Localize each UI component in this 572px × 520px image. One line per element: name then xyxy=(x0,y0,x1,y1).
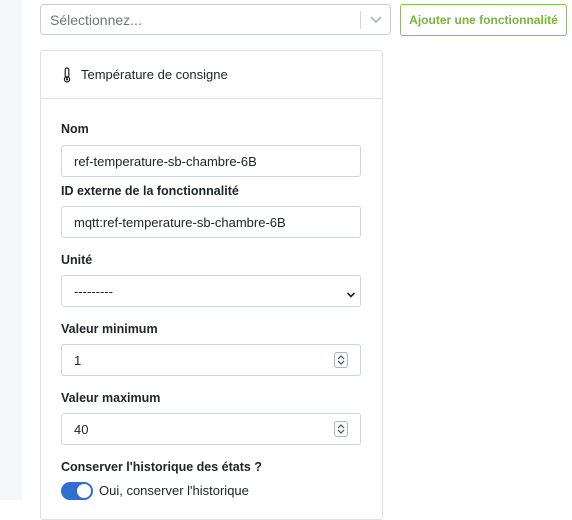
external-id-input[interactable]: mqtt:ref-temperature-sb-chambre-6B xyxy=(61,206,361,238)
external-id-label: ID externe de la fonctionnalité xyxy=(61,184,239,198)
feature-select[interactable]: Sélectionnez... xyxy=(40,4,391,35)
thermometer-icon xyxy=(62,67,72,83)
max-value-value: 40 xyxy=(74,422,89,437)
feature-card-header: Température de consigne xyxy=(41,51,382,99)
add-feature-button[interactable]: Ajouter une fonctionnalité xyxy=(400,4,567,36)
name-input[interactable]: ref-temperature-sb-chambre-6B xyxy=(61,145,361,177)
min-value-label: Valeur minimum xyxy=(61,322,158,336)
min-value-stepper[interactable] xyxy=(334,352,348,368)
chevron-down-icon[interactable] xyxy=(368,13,384,27)
external-id-value: mqtt:ref-temperature-sb-chambre-6B xyxy=(74,215,286,230)
select-separator xyxy=(360,11,361,29)
max-value-stepper[interactable] xyxy=(334,421,348,437)
unit-value: --------- xyxy=(74,284,113,299)
name-label: Nom xyxy=(61,122,89,136)
keep-history-toggle-label[interactable]: Oui, conserver l'historique xyxy=(99,483,249,498)
unit-label: Unité xyxy=(61,253,93,267)
name-value: ref-temperature-sb-chambre-6B xyxy=(74,154,257,169)
unit-select[interactable]: --------- xyxy=(61,275,361,307)
feature-card: Température de consigne Nom ref-temperat… xyxy=(40,50,383,520)
max-value-input[interactable]: 40 xyxy=(61,413,361,445)
keep-history-label: Conserver l'historique des états ? xyxy=(61,460,262,474)
keep-history-toggle[interactable] xyxy=(61,482,93,500)
chevron-down-icon xyxy=(346,287,356,298)
left-gutter xyxy=(0,0,22,500)
toggle-knob xyxy=(77,484,91,498)
max-value-label: Valeur maximum xyxy=(61,391,161,405)
min-value-value: 1 xyxy=(74,353,82,368)
feature-card-title: Température de consigne xyxy=(81,67,228,82)
min-value-input[interactable]: 1 xyxy=(61,344,361,376)
feature-select-placeholder: Sélectionnez... xyxy=(50,12,142,28)
